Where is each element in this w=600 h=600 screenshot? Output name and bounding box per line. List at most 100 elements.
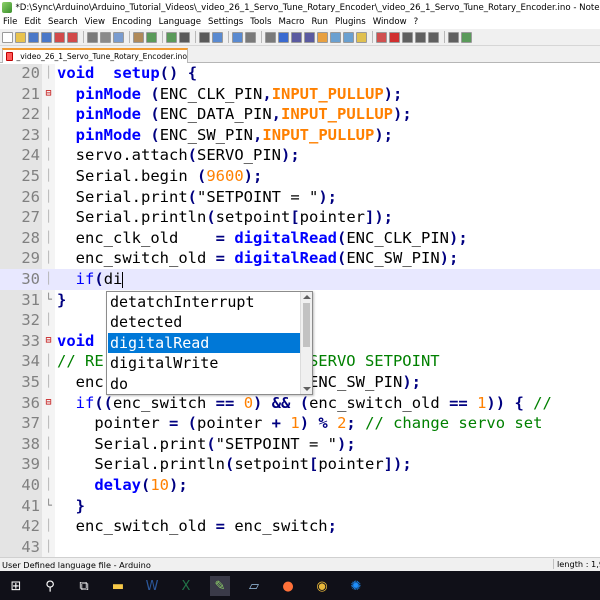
scroll-up-icon[interactable] — [303, 295, 311, 299]
scrollbar-thumb[interactable] — [303, 303, 310, 347]
code-line[interactable]: 36 ⊟ if((enc_switch == 0) && (enc_switch_… — [0, 393, 600, 414]
open-file-icon[interactable] — [15, 31, 26, 43]
file-explorer-icon[interactable]: ▬ — [108, 576, 128, 596]
code-line[interactable]: 28 │ enc_clk_old = digitalRead(ENC_CLK_PI… — [0, 228, 600, 249]
menu-help[interactable]: ? — [414, 17, 419, 27]
line-number: 22 — [21, 105, 40, 124]
autocomplete-popup[interactable]: detatchInterrupt detected digitalRead digit… — [106, 291, 313, 395]
menu-edit[interactable]: Edit — [24, 17, 41, 27]
code-line[interactable]: 29 │ enc_switch_old = digitalRead(ENC_SW_… — [0, 248, 600, 269]
menu-file[interactable]: File — [3, 17, 17, 27]
folder-workspace-icon[interactable] — [356, 31, 367, 43]
search-icon[interactable]: ⚲ — [40, 576, 60, 596]
sync-vertical-icon[interactable] — [245, 31, 256, 43]
menu-window[interactable]: Window — [373, 17, 407, 27]
code-line[interactable]: 22 │ pinMode (ENC_DATA_PIN,INPUT_PULLUP); — [0, 104, 600, 125]
replace-icon[interactable] — [199, 31, 210, 43]
fold-line-marker: │ — [45, 354, 52, 368]
close-all-icon[interactable] — [67, 31, 78, 43]
notepad-plus-plus-icon[interactable]: ✎ — [210, 576, 230, 596]
scroll-down-icon[interactable] — [303, 387, 311, 391]
user-language-icon[interactable] — [317, 31, 328, 43]
zoom-in-icon[interactable] — [212, 31, 223, 43]
cut-icon[interactable] — [100, 31, 111, 43]
fold-collapse-icon[interactable]: ⊟ — [43, 84, 54, 105]
word-icon[interactable]: W — [142, 576, 162, 596]
close-icon[interactable] — [54, 31, 65, 43]
autocomplete-scrollbar[interactable] — [300, 292, 312, 394]
code-line[interactable]: 27 │ Serial.println(setpoint[pointer]); — [0, 207, 600, 228]
word-wrap-icon[interactable] — [278, 31, 289, 43]
menu-settings[interactable]: Settings — [208, 17, 243, 27]
save-macro-icon[interactable] — [448, 31, 459, 43]
autocomplete-item[interactable]: do — [108, 374, 300, 394]
code-line[interactable]: 42 │ enc_switch_old = enc_switch; — [0, 516, 600, 537]
autocomplete-item[interactable]: detatchInterrupt — [108, 292, 300, 312]
settings-app-icon[interactable]: ✺ — [346, 576, 366, 596]
code-line[interactable]: 38 │ Serial.print("SETPOINT = "); — [0, 434, 600, 455]
menu-tools[interactable]: Tools — [250, 17, 271, 27]
fold-line-marker: │ — [45, 457, 52, 471]
code-line[interactable]: 30 │ if(di — [0, 269, 600, 290]
autocomplete-item[interactable]: detected — [108, 312, 300, 332]
menu-macro[interactable]: Macro — [278, 17, 304, 27]
code-line[interactable]: 23 │ pinMode (ENC_SW_PIN,INPUT_PULLUP); — [0, 125, 600, 146]
code-line[interactable]: 41 └ } — [0, 496, 600, 517]
firefox-icon[interactable]: ● — [278, 576, 298, 596]
fold-end-marker: └ — [45, 292, 52, 306]
stop-recording-icon[interactable] — [402, 31, 413, 43]
menu-plugins[interactable]: Plugins — [335, 17, 366, 27]
excel-icon[interactable]: X — [176, 576, 196, 596]
code-line[interactable]: 43 │ — [0, 537, 600, 557]
autocomplete-item[interactable]: digitalRead — [108, 332, 300, 354]
code-line[interactable]: 37 │ pointer = (pointer + 1) % 2; // chan… — [0, 413, 600, 434]
paste-icon[interactable] — [133, 31, 144, 43]
start-windows-icon[interactable]: ⊞ — [6, 576, 26, 596]
menu-encoding[interactable]: Encoding — [112, 17, 152, 27]
code-line[interactable]: 21 ⊟ pinMode (ENC_CLK_PIN,INPUT_PULLUP); — [0, 84, 600, 105]
code-token: ); — [393, 105, 412, 124]
autocomplete-item[interactable]: digitalWrite — [108, 353, 300, 373]
new-file-icon[interactable] — [2, 31, 13, 43]
menu-language[interactable]: Language — [159, 17, 201, 27]
print-icon[interactable] — [87, 31, 98, 43]
indent-guide-icon[interactable] — [304, 31, 315, 43]
menu-search[interactable]: Search — [48, 17, 78, 27]
monitoring-icon[interactable] — [376, 31, 387, 43]
show-all-characters-icon[interactable] — [291, 31, 302, 43]
document-map-icon[interactable] — [330, 31, 341, 43]
code-token: ; — [327, 517, 337, 536]
save-all-icon[interactable] — [41, 31, 52, 43]
chrome-icon[interactable]: ◉ — [312, 576, 332, 596]
redo-icon[interactable] — [166, 31, 177, 43]
fold-collapse-icon[interactable]: ⊟ — [43, 393, 54, 414]
line-number: 26 — [21, 187, 40, 206]
fold-collapse-icon[interactable]: ⊟ — [43, 331, 54, 352]
task-view-icon[interactable]: ⧉ — [74, 576, 94, 596]
reader-icon[interactable]: ▱ — [244, 576, 264, 596]
code-line[interactable]: 24 │ servo.attach(SERVO_PIN); — [0, 145, 600, 166]
save-icon[interactable] — [28, 31, 39, 43]
sync-horizontal-icon[interactable] — [265, 31, 276, 43]
run-macro-multiple-icon[interactable] — [428, 31, 439, 43]
undo-icon[interactable] — [146, 31, 157, 43]
playback-macro-icon[interactable] — [415, 31, 426, 43]
code-line[interactable]: 25 │ Serial.begin (9600); — [0, 166, 600, 187]
code-line[interactable]: 26 │ Serial.print("SETPOINT = "); — [0, 187, 600, 208]
code-line[interactable]: 39 │ Serial.println(setpoint[pointer]); — [0, 454, 600, 475]
find-icon[interactable] — [179, 31, 190, 43]
menu-run[interactable]: Run — [311, 17, 327, 27]
copy-icon[interactable] — [113, 31, 124, 43]
menu-view[interactable]: View — [85, 17, 105, 27]
code-token: 1 — [290, 414, 300, 433]
record-macro-icon[interactable] — [389, 31, 400, 43]
code-token: servo.attach — [57, 146, 188, 165]
function-list-icon[interactable] — [343, 31, 354, 43]
file-tab[interactable]: _video_26_1_Servo_Tune_Rotary_Encoder.in… — [2, 48, 188, 63]
code-line[interactable]: 40 │ delay(10); — [0, 475, 600, 496]
spell-check-icon[interactable] — [461, 31, 472, 43]
zoom-out-icon[interactable] — [232, 31, 243, 43]
code-line[interactable]: 20 │ void setup() { — [0, 64, 600, 84]
